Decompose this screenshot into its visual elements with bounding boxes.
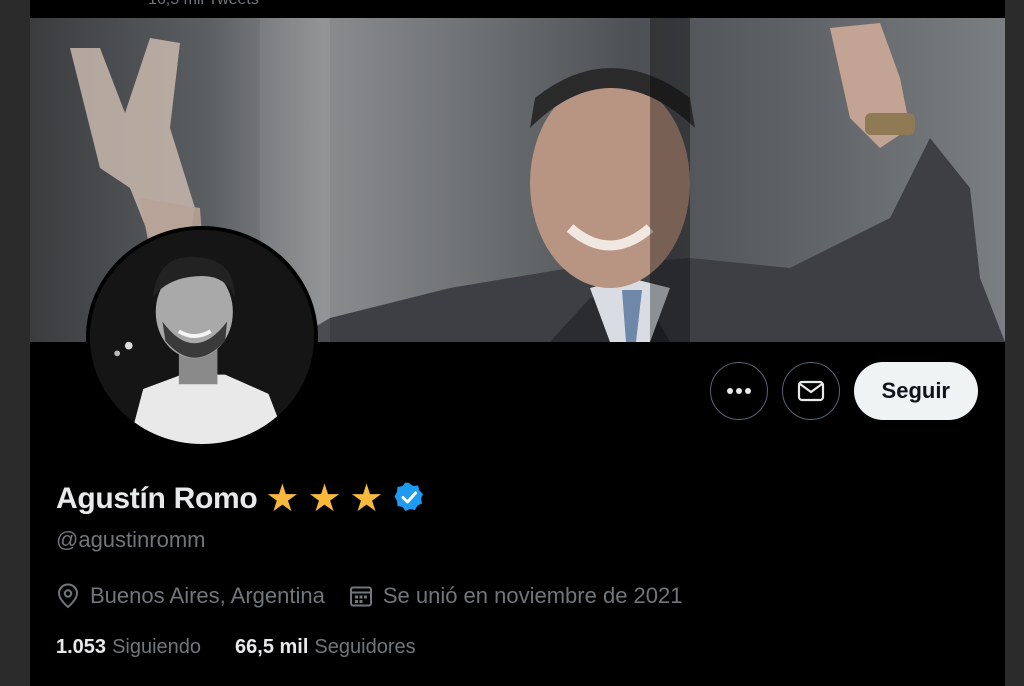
followers-link[interactable]: 66,5 mil Seguidores bbox=[235, 636, 416, 659]
following-label: Siguiendo bbox=[112, 636, 202, 658]
star-emoji-icon: ★ bbox=[307, 478, 342, 520]
avatar-photo-illustration bbox=[90, 230, 314, 444]
followers-count: 66,5 mil bbox=[235, 636, 309, 658]
star-emoji-icon: ★ bbox=[265, 478, 300, 520]
calendar-icon bbox=[349, 586, 372, 607]
envelope-icon bbox=[797, 380, 824, 402]
following-count: 1.053 bbox=[56, 636, 107, 658]
follow-button[interactable]: Seguir bbox=[853, 362, 978, 420]
profile-avatar[interactable] bbox=[86, 226, 318, 448]
followers-label: Seguidores bbox=[314, 636, 416, 658]
following-link[interactable]: 1.053 Siguiendo bbox=[56, 636, 201, 659]
location-text: Buenos Aires, Argentina bbox=[90, 583, 325, 608]
verified-badge-icon[interactable] bbox=[394, 482, 424, 517]
profile-top-bar: 16,5 mil Tweets bbox=[30, 0, 1005, 18]
tweets-count: 16,5 mil Tweets bbox=[148, 0, 259, 9]
location-pin-icon bbox=[57, 583, 79, 609]
message-button[interactable] bbox=[781, 362, 840, 420]
profile-column: 16,5 mil Tweets bbox=[30, 0, 1005, 686]
profile-stats: 1.053 Siguiendo 66,5 mil Seguidores bbox=[56, 636, 450, 659]
joined-text: Se unió en noviembre de 2021 bbox=[382, 583, 683, 608]
banner-dark-streak bbox=[650, 18, 690, 342]
more-options-button[interactable] bbox=[709, 362, 768, 420]
display-name: Agustín Romo bbox=[56, 482, 258, 515]
profile-handle: @agustinromm bbox=[56, 527, 206, 552]
more-dots-icon bbox=[726, 388, 751, 394]
location-item: Buenos Aires, Argentina bbox=[56, 583, 325, 609]
profile-name-row: Agustín Romo ★ ★ ★ bbox=[56, 480, 424, 518]
profile-meta: Buenos Aires, Argentina Se unió en novie… bbox=[56, 583, 707, 609]
profile-actions: Seguir bbox=[709, 362, 978, 420]
joined-item: Se unió en noviembre de 2021 bbox=[349, 583, 683, 609]
star-emoji-icon: ★ bbox=[349, 478, 384, 520]
